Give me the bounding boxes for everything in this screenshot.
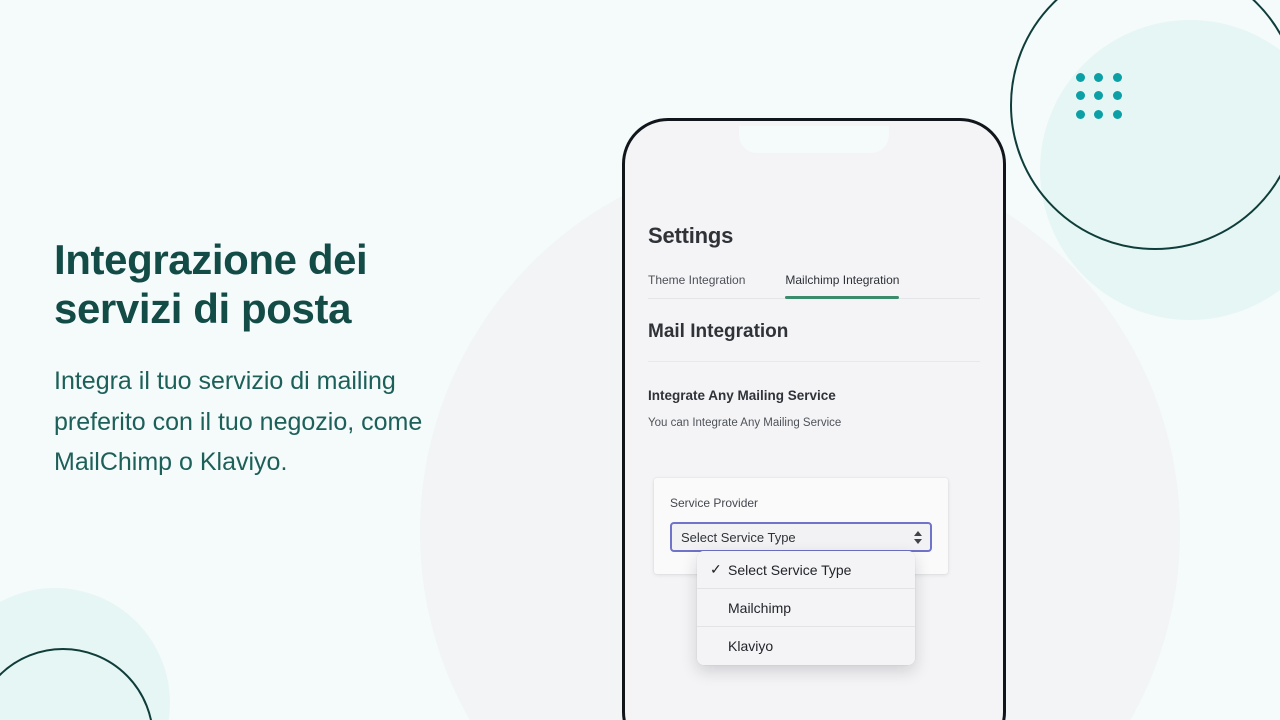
check-icon: ✓ — [710, 561, 722, 577]
tab-label: Mailchimp Integration — [785, 273, 900, 287]
dot — [1076, 73, 1085, 82]
subcopy-line-2: preferito con il tuo negozio, come — [54, 407, 423, 436]
dot — [1112, 109, 1122, 119]
chevron-up-icon — [914, 530, 922, 536]
phone-notch — [739, 126, 889, 153]
phone-mockup: Settings Theme Integration Mailchimp Int… — [622, 118, 1006, 720]
service-type-select[interactable]: Select Service Type — [670, 522, 932, 552]
dropdown-option-label: Select Service Type — [728, 561, 852, 578]
tab-mailchimp-integration[interactable]: Mailchimp Integration — [785, 273, 900, 299]
dot — [1112, 91, 1122, 101]
dot — [1112, 73, 1122, 82]
dropdown-option-select-service-type[interactable]: ✓ Select Service Type — [697, 551, 915, 589]
dot — [1094, 73, 1104, 82]
stepper-arrows-icon — [914, 530, 922, 544]
dot — [1094, 91, 1104, 101]
page-title: Integrazione dei servizi di posta — [54, 236, 574, 333]
mint-circle-bottom-left — [0, 588, 170, 720]
service-provider-label: Service Provider — [670, 496, 759, 510]
dot-grid-icon — [1076, 73, 1124, 121]
phone-screen: Settings Theme Integration Mailchimp Int… — [630, 126, 998, 720]
tab-label: Theme Integration — [648, 273, 746, 287]
service-type-dropdown-menu[interactable]: ✓ Select Service Type Mailchimp Klaviyo — [697, 551, 915, 665]
mint-circle-top-right — [1040, 20, 1280, 320]
dot — [1076, 91, 1085, 101]
dropdown-option-klaviyo[interactable]: Klaviyo — [697, 627, 915, 665]
tab-theme-integration[interactable]: Theme Integration — [648, 273, 745, 298]
marketing-copy: Integrazione dei servizi di posta Integr… — [54, 236, 574, 483]
dropdown-option-label: Klaviyo — [728, 638, 774, 654]
chevron-down-icon — [914, 538, 922, 544]
section-heading: Mail Integration — [648, 321, 980, 362]
headline-line-2: servizi di posta — [54, 284, 352, 332]
subcopy-line-3: MailChimp o Klaviyo. — [54, 448, 288, 477]
marketing-subcopy: Integra il tuo servizio di mailing prefe… — [54, 361, 574, 483]
dropdown-option-mailchimp[interactable]: Mailchimp — [697, 589, 915, 627]
dot — [1094, 109, 1104, 119]
tab-bar: Theme Integration Mailchimp Integration — [648, 273, 980, 299]
ring-outline-top-right — [1010, 0, 1280, 250]
dropdown-option-label: Mailchimp — [728, 599, 792, 616]
dot — [1076, 109, 1085, 119]
promo-screenshot: Integrazione dei servizi di posta Integr… — [0, 0, 1280, 720]
subcopy-line-1: Integra il tuo servizio di mailing — [54, 367, 396, 396]
select-value: Select Service Type — [681, 529, 796, 545]
block-title: Integrate Any Mailing Service — [648, 388, 836, 403]
headline-line-1: Integrazione dei — [54, 236, 368, 283]
ring-outline-bottom-left — [0, 648, 154, 720]
block-description: You can Integrate Any Mailing Service — [648, 417, 842, 429]
settings-heading: Settings — [648, 223, 734, 248]
